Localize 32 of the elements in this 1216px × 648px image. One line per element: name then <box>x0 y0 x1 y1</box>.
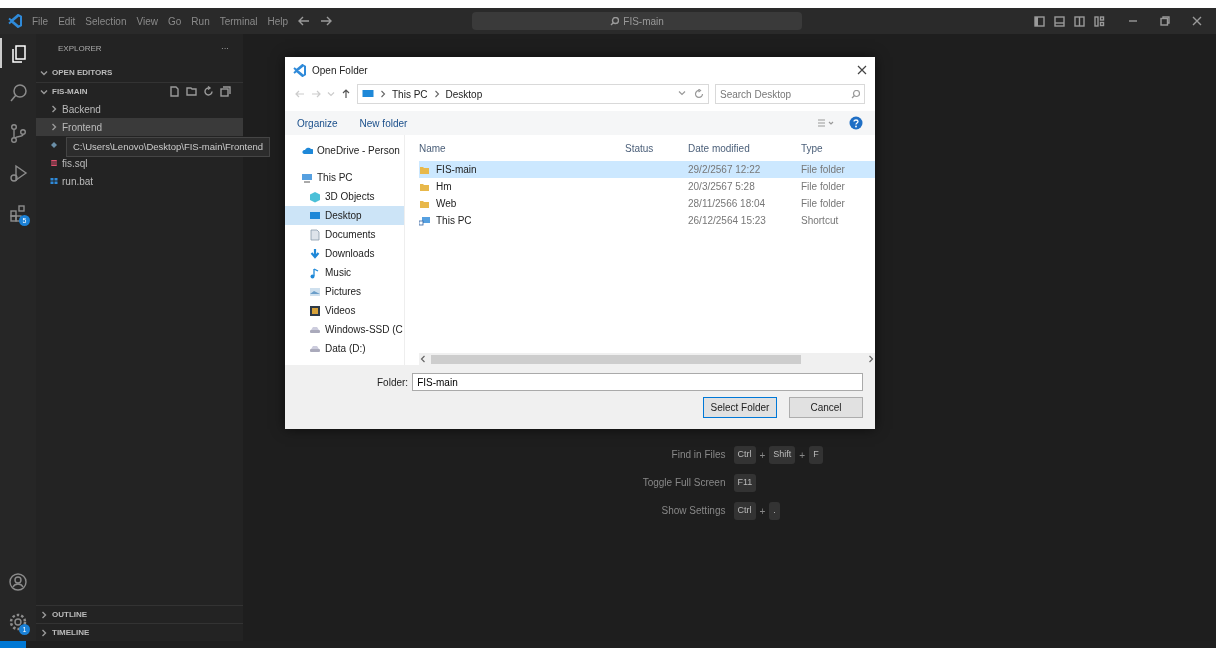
shortcut-label: Find in Files <box>670 448 726 462</box>
file-name: This PC <box>436 214 472 228</box>
date-cell-text: 29/2/2567 12:22 <box>688 163 762 177</box>
plus-sign: + <box>759 504 766 519</box>
date-cell-text: 26/12/2564 15:23 <box>688 214 767 228</box>
tree-item-label: Frontend <box>62 120 103 135</box>
file-name: Hm <box>436 180 452 194</box>
sidebar-title: EXPLORER <box>58 43 102 55</box>
key-cap: Ctrl <box>733 502 756 520</box>
file-name: Web <box>436 197 457 211</box>
dialog-title: Open Folder <box>312 63 368 78</box>
field-label: Folder: <box>377 375 409 390</box>
file-name: FIS-main <box>436 163 477 177</box>
plus-sign: + <box>759 448 766 463</box>
tooltip: C:\Users\Lenovo\Desktop\FIS-main\Frontend <box>66 137 271 158</box>
shortcut-label: Toggle Full Screen <box>641 476 726 490</box>
shortcut-label: Show Settings <box>660 504 726 518</box>
date-cell-text: 28/11/2566 18:04 <box>688 197 767 211</box>
plus-sign: + <box>799 448 806 463</box>
key-cap: . <box>769 502 780 520</box>
type-cell-text: File folder <box>801 163 846 177</box>
type-cell-text: File folder <box>801 180 846 194</box>
tree-item-label: run.bat <box>62 174 94 189</box>
type-cell-text: File folder <box>801 197 846 211</box>
key-cap: Shift <box>769 446 796 464</box>
tree-item-label: Backend <box>62 102 101 117</box>
key-cap: F11 <box>733 474 757 492</box>
tree-item-label: fis.sql <box>62 156 88 171</box>
type-cell-text: Shortcut <box>801 214 840 228</box>
date-cell-text: 20/3/2567 5:28 <box>688 180 756 194</box>
key-cap: F <box>809 446 823 464</box>
key-cap: Ctrl <box>733 446 756 464</box>
